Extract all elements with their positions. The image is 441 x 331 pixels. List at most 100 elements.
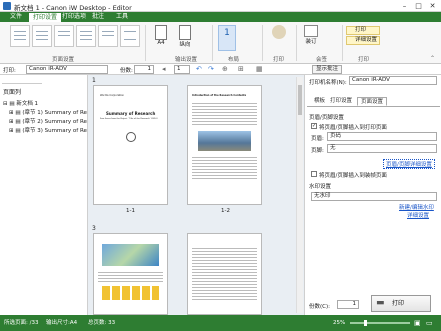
size-button[interactable]: A4: [150, 25, 172, 51]
layout-6-button[interactable]: [120, 25, 140, 47]
header-label: 页眉:: [311, 136, 324, 142]
zoom-icon[interactable]: ⊕: [222, 65, 228, 73]
print-ribbon-button[interactable]: 打印: [346, 26, 380, 35]
print-button-label: 打印: [392, 300, 405, 307]
redo-icon[interactable]: ↷: [208, 65, 214, 73]
printer-select[interactable]: Canon iR-ADV: [26, 65, 108, 74]
page-size-icon: [155, 25, 167, 40]
page-heading: Introduction of the Research Contents: [192, 94, 247, 97]
grid-icon[interactable]: ▦: [256, 65, 263, 73]
zoom-slider-thumb[interactable]: [364, 320, 367, 326]
watermark-page-checkbox[interactable]: [311, 171, 317, 177]
pages-per-sheet-button[interactable]: [238, 25, 256, 51]
page-caption: 1-1: [126, 208, 135, 214]
tree-item[interactable]: ⊞ ▤ (章节 1) Summary of Re: [9, 108, 87, 116]
ribbon-separator: [212, 25, 213, 61]
fit-width-icon[interactable]: ▭: [426, 315, 433, 331]
detail-settings-ribbon-button[interactable]: 详细设置: [346, 36, 380, 45]
status-total-pages: 总页数: 33: [88, 320, 116, 326]
tree-item[interactable]: ⊞ ▤ (章节 3) Summary of Re: [9, 126, 87, 134]
page-number: 3: [92, 225, 96, 232]
layout-3-button[interactable]: [54, 25, 74, 47]
scrollbar-thumb[interactable]: [298, 85, 302, 115]
maximize-button[interactable]: □: [412, 1, 425, 11]
undo-icon[interactable]: ↶: [196, 65, 202, 73]
menu-tools[interactable]: 工具: [112, 12, 132, 22]
text-block: [98, 270, 163, 282]
detail-settings-label: 详细设置: [355, 37, 378, 43]
window-title: 新文档 1 - Canon iW Desktop - Editor: [14, 4, 132, 12]
title-bar: 新文档 1 - Canon iW Desktop - Editor – □ ✕: [0, 0, 441, 12]
group-layout-label: 布局: [228, 57, 240, 63]
right-copies-input[interactable]: 1: [337, 300, 359, 309]
printer-name-select[interactable]: Canon iR-ADV: [349, 76, 437, 85]
footer-label: 页脚:: [311, 148, 324, 154]
watermark-page-checkbox-label: 将页眉/页脚插入到装帧页面: [319, 173, 387, 179]
text-block: [192, 101, 257, 127]
fit-icon[interactable]: ⊞: [238, 65, 244, 73]
copies-input-value: 1: [147, 66, 152, 72]
color-button[interactable]: [268, 25, 290, 51]
minimize-button[interactable]: –: [398, 1, 411, 11]
tree-root[interactable]: ⊟ ▤ 新文档 1: [3, 99, 38, 107]
tab-page-settings[interactable]: 页面设置: [357, 97, 388, 106]
tab-print-settings[interactable]: 打印设置: [327, 97, 355, 106]
page-thumbnail[interactable]: Introduction of the Research Contents: [187, 85, 262, 205]
page-thumbnail[interactable]: [187, 233, 262, 315]
show-annotation-label: 显示批注: [316, 66, 339, 72]
print-button[interactable]: ▬ 打印: [371, 295, 431, 312]
orientation-icon: [179, 25, 191, 40]
orientation-label: 纵向: [179, 42, 191, 48]
page-input[interactable]: 1: [174, 65, 190, 74]
copies-input[interactable]: 1: [134, 65, 154, 74]
orientation-button[interactable]: 纵向: [174, 25, 196, 51]
menu-print-options[interactable]: 打印选项: [58, 12, 90, 22]
duplex-button[interactable]: 装订: [300, 25, 322, 51]
menu-annotation[interactable]: 批注: [88, 12, 108, 22]
staple-button[interactable]: [326, 25, 338, 51]
ribbon-separator: [145, 25, 146, 61]
menu-file[interactable]: 文件: [6, 12, 26, 22]
watermark-detail-link[interactable]: 详细设置: [407, 211, 429, 219]
watermark-select[interactable]: 无水印: [311, 192, 437, 201]
printer-label: 打印:: [3, 68, 16, 74]
tree-item-label: (章节 2) Summary of Re: [22, 119, 87, 125]
tree-item[interactable]: ⊞ ▤ (章节 2) Summary of Re: [9, 117, 87, 125]
show-annotation-button[interactable]: 显示批注: [312, 65, 343, 74]
new-edit-watermark-link[interactable]: 新建/编辑水印: [399, 203, 434, 211]
fit-page-icon[interactable]: ▣: [414, 315, 421, 331]
panel-toolbar: [2, 77, 42, 84]
vertical-scrollbar[interactable]: [296, 77, 303, 313]
page-company: We Dis Corporation: [100, 94, 125, 97]
header-value: 页码: [330, 133, 342, 139]
zoom-slider[interactable]: [350, 320, 410, 326]
page-thumbnail[interactable]: We Dis Corporation Summary of Research F…: [93, 85, 168, 205]
page-thumbnail[interactable]: [93, 233, 168, 315]
right-copies-label: 份数(C):: [309, 304, 330, 310]
ribbon-separator: [262, 25, 263, 61]
layout-4-button[interactable]: [76, 25, 96, 47]
layout-2-button[interactable]: [32, 25, 52, 47]
copies-button[interactable]: 1: [218, 25, 236, 51]
header-select[interactable]: 页码: [327, 132, 437, 141]
layout-5-button[interactable]: [98, 25, 118, 47]
collapse-ribbon-icon[interactable]: ⌃: [430, 55, 435, 62]
status-output-size: 输出尺寸:A4: [46, 320, 78, 326]
header-footer-checkbox[interactable]: ✓: [311, 123, 317, 129]
tab-divider: [307, 106, 440, 107]
copies-value: 1: [224, 28, 230, 38]
page-list-header: 页面列: [3, 89, 22, 96]
tab-layout[interactable]: 横板: [311, 97, 328, 106]
group-print2-label: 打印: [358, 57, 370, 63]
copies-label: 份数:: [120, 68, 133, 74]
header-footer-detail-link[interactable]: 页眉/页脚详细设置: [383, 159, 435, 169]
tree-item-label: (章节 3) Summary of Re: [22, 128, 87, 134]
footer-select[interactable]: 无: [327, 144, 437, 153]
page-number: 1: [92, 77, 96, 84]
menu-print-settings[interactable]: 打印设置: [28, 12, 63, 22]
watermark-value: 无水印: [314, 193, 331, 199]
close-button[interactable]: ✕: [426, 1, 439, 11]
layout-1-button[interactable]: [10, 25, 30, 47]
zoom-level: 25%: [333, 320, 346, 326]
nav-first-icon[interactable]: ◂: [162, 65, 166, 73]
